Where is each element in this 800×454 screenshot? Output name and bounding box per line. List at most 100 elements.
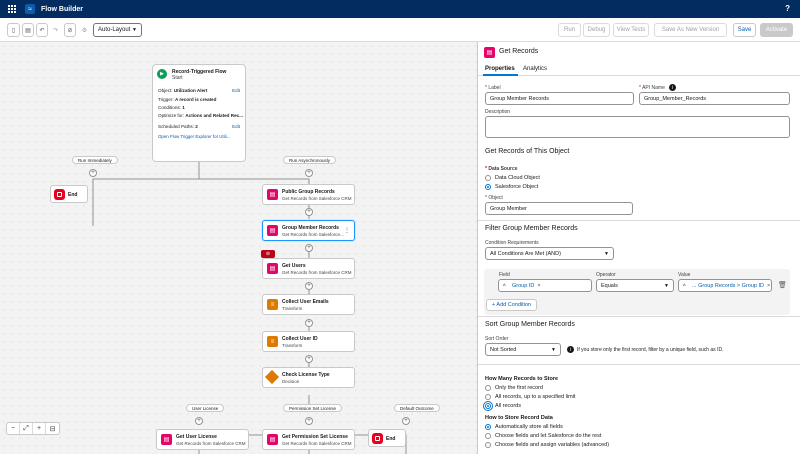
start-subtitle: Start <box>172 75 183 81</box>
app-launcher-icon[interactable] <box>8 4 17 14</box>
condition-requirements-select[interactable]: All Conditions Are Met (AND) ▼ <box>485 247 614 260</box>
add-element-icon[interactable]: + <box>89 169 97 177</box>
add-element-icon[interactable]: + <box>305 282 313 290</box>
play-icon: ▶ <box>157 69 167 79</box>
radio-button[interactable] <box>485 424 491 430</box>
edit-paths-link[interactable]: Edit <box>232 124 240 129</box>
node-collect-user-id[interactable]: ≡ Collect User ID Transform <box>262 331 355 352</box>
add-element-icon[interactable]: + <box>305 355 313 363</box>
zoom-out-icon[interactable]: − <box>7 423 20 434</box>
layout-select-value: Auto-Layout <box>98 27 131 33</box>
node-collect-user-emails[interactable]: ≡ Collect User Emails Transform <box>262 294 355 315</box>
trigger-explorer-link[interactable]: Open Flow Trigger Explorer for Utili... <box>158 134 230 139</box>
radio-button[interactable] <box>485 442 491 448</box>
save-as-new-version-button[interactable]: Save As New Version <box>654 23 727 37</box>
activate-button[interactable]: Activate <box>760 23 793 37</box>
radio-all-records[interactable]: All records <box>483 401 521 411</box>
radio-data-cloud-object[interactable]: Data Cloud Object <box>485 175 540 181</box>
flow-canvas[interactable]: ▶ Record-Triggered Flow Start Object: Ut… <box>0 42 477 454</box>
data-source-label: * Data Source <box>485 166 518 172</box>
object-input[interactable]: Group Member <box>485 202 633 215</box>
radio-button[interactable] <box>485 184 491 190</box>
api-name-input[interactable]: Group_Member_Records <box>639 92 790 105</box>
end-node-default[interactable]: End <box>368 429 406 447</box>
radio-choose-fields[interactable]: Choose fields and let Salesforce do the … <box>485 433 601 439</box>
text-field-icon: A <box>503 282 506 287</box>
end-label: End <box>68 192 78 198</box>
sort-order-select[interactable]: Not Sorted ▼ <box>485 343 561 356</box>
condition-value-input[interactable]: A... Group Records > Group ID × <box>678 279 772 292</box>
delete-condition-icon[interactable]: 🗑 <box>778 281 787 289</box>
info-icon[interactable]: i <box>669 84 676 91</box>
reset-zoom-icon[interactable]: ⊟ <box>46 423 59 434</box>
start-optimize-row: Optimize for: Actions and Related Rec... <box>158 113 244 118</box>
radio-all-records-limit[interactable]: All records, up to a specified limit <box>485 394 575 400</box>
remove-token-icon[interactable]: × <box>537 283 540 289</box>
get-records-icon: ▤ <box>484 47 495 58</box>
radio-button[interactable] <box>485 175 491 181</box>
help-icon[interactable]: ? <box>785 4 790 13</box>
app-title: Flow Builder <box>41 5 83 13</box>
chevron-down-icon: ▼ <box>604 251 609 257</box>
add-element-icon[interactable]: + <box>402 417 410 425</box>
radio-button[interactable] <box>485 385 491 391</box>
node-subtitle: Decision <box>282 379 300 384</box>
radio-salesforce-object[interactable]: Salesforce Object <box>485 184 538 190</box>
label-input[interactable]: Group Member Records <box>485 92 634 105</box>
add-condition-button[interactable]: + Add Condition <box>486 299 537 311</box>
add-element-icon[interactable]: + <box>305 208 313 216</box>
divider <box>478 364 800 365</box>
radio-button[interactable] <box>483 401 493 411</box>
get-records-icon: ▤ <box>267 263 278 274</box>
transform-icon: ≡ <box>267 336 278 347</box>
run-button[interactable]: Run <box>558 23 581 37</box>
condition-operator-select[interactable]: Equals ▼ <box>596 279 674 292</box>
properties-icon[interactable]: ▤ <box>22 23 34 37</box>
radio-choose-fields-variables[interactable]: Choose fields and assign variables (adva… <box>485 442 609 448</box>
edit-object-link[interactable]: Edit <box>232 88 240 93</box>
how-to-store-label: How to Store Record Data <box>485 415 553 421</box>
radio-button[interactable] <box>485 394 491 400</box>
description-textarea[interactable] <box>485 116 790 138</box>
node-title: Check License Type <box>282 372 330 378</box>
view-tests-button[interactable]: View Tests <box>613 23 649 37</box>
more-actions-icon[interactable]: ⋮ <box>344 227 350 234</box>
condition-field-input[interactable]: A Group ID × <box>498 279 592 292</box>
add-element-icon[interactable]: + <box>305 244 313 252</box>
add-element-icon[interactable]: + <box>305 417 313 425</box>
fit-view-icon[interactable]: ⤢ <box>20 423 33 434</box>
toggle-toolbox-button[interactable]: ▯ <box>7 23 20 37</box>
node-get-user-license[interactable]: ▤ Get User License Get Records from Sale… <box>156 429 249 450</box>
condition-row: Field Operator Value A Group ID × Equals ▼… <box>484 269 790 315</box>
node-public-group-records[interactable]: ▤ Public Group Records Get Records from … <box>262 184 355 205</box>
end-node-immediate[interactable]: End <box>50 185 88 203</box>
node-subtitle: Transform <box>282 343 303 348</box>
radio-first-record[interactable]: Only the first record <box>485 385 543 391</box>
node-check-license-type[interactable]: Check License Type Decision <box>262 367 355 388</box>
redo-icon[interactable]: ↷ <box>50 23 61 37</box>
error-check-icon[interactable]: ⊘ <box>64 23 76 37</box>
settings-icon[interactable]: ⚙ <box>79 23 90 37</box>
zoom-in-icon[interactable]: + <box>33 423 46 434</box>
node-subtitle: Get Records from Salesforce CRM <box>282 441 352 446</box>
node-get-permission-set-license[interactable]: ▤ Get Permission Set License Get Records… <box>262 429 355 450</box>
add-element-icon[interactable]: + <box>305 319 313 327</box>
add-element-icon[interactable]: + <box>305 169 313 177</box>
node-group-member-records[interactable]: ▤ Group Member Records Get Records from … <box>262 220 355 241</box>
toolbar: ▯ ▤ ↶ ↷ ⊘ ⚙ Auto-Layout ▼ Run Debug View… <box>0 18 800 42</box>
add-element-icon[interactable]: + <box>195 417 203 425</box>
layout-select[interactable]: Auto-Layout ▼ <box>93 23 142 37</box>
tab-analytics[interactable]: Analytics <box>523 66 547 72</box>
save-button[interactable]: Save <box>733 23 756 37</box>
info-icon[interactable]: i <box>567 346 574 353</box>
description-label: Description <box>485 109 511 115</box>
undo-icon[interactable]: ↶ <box>36 23 48 37</box>
radio-button[interactable] <box>485 433 491 439</box>
remove-token-icon[interactable]: × <box>767 283 770 289</box>
error-badge-icon[interactable]: ⊘ <box>261 250 275 258</box>
debug-button[interactable]: Debug <box>583 23 610 37</box>
node-get-users[interactable]: ▤ Get Users Get Records from Salesforce … <box>262 258 355 279</box>
tab-properties[interactable]: Properties <box>485 66 515 72</box>
radio-auto-store[interactable]: Automatically store all fields <box>485 424 563 430</box>
start-element[interactable]: ▶ Record-Triggered Flow Start Object: Ut… <box>152 64 246 162</box>
